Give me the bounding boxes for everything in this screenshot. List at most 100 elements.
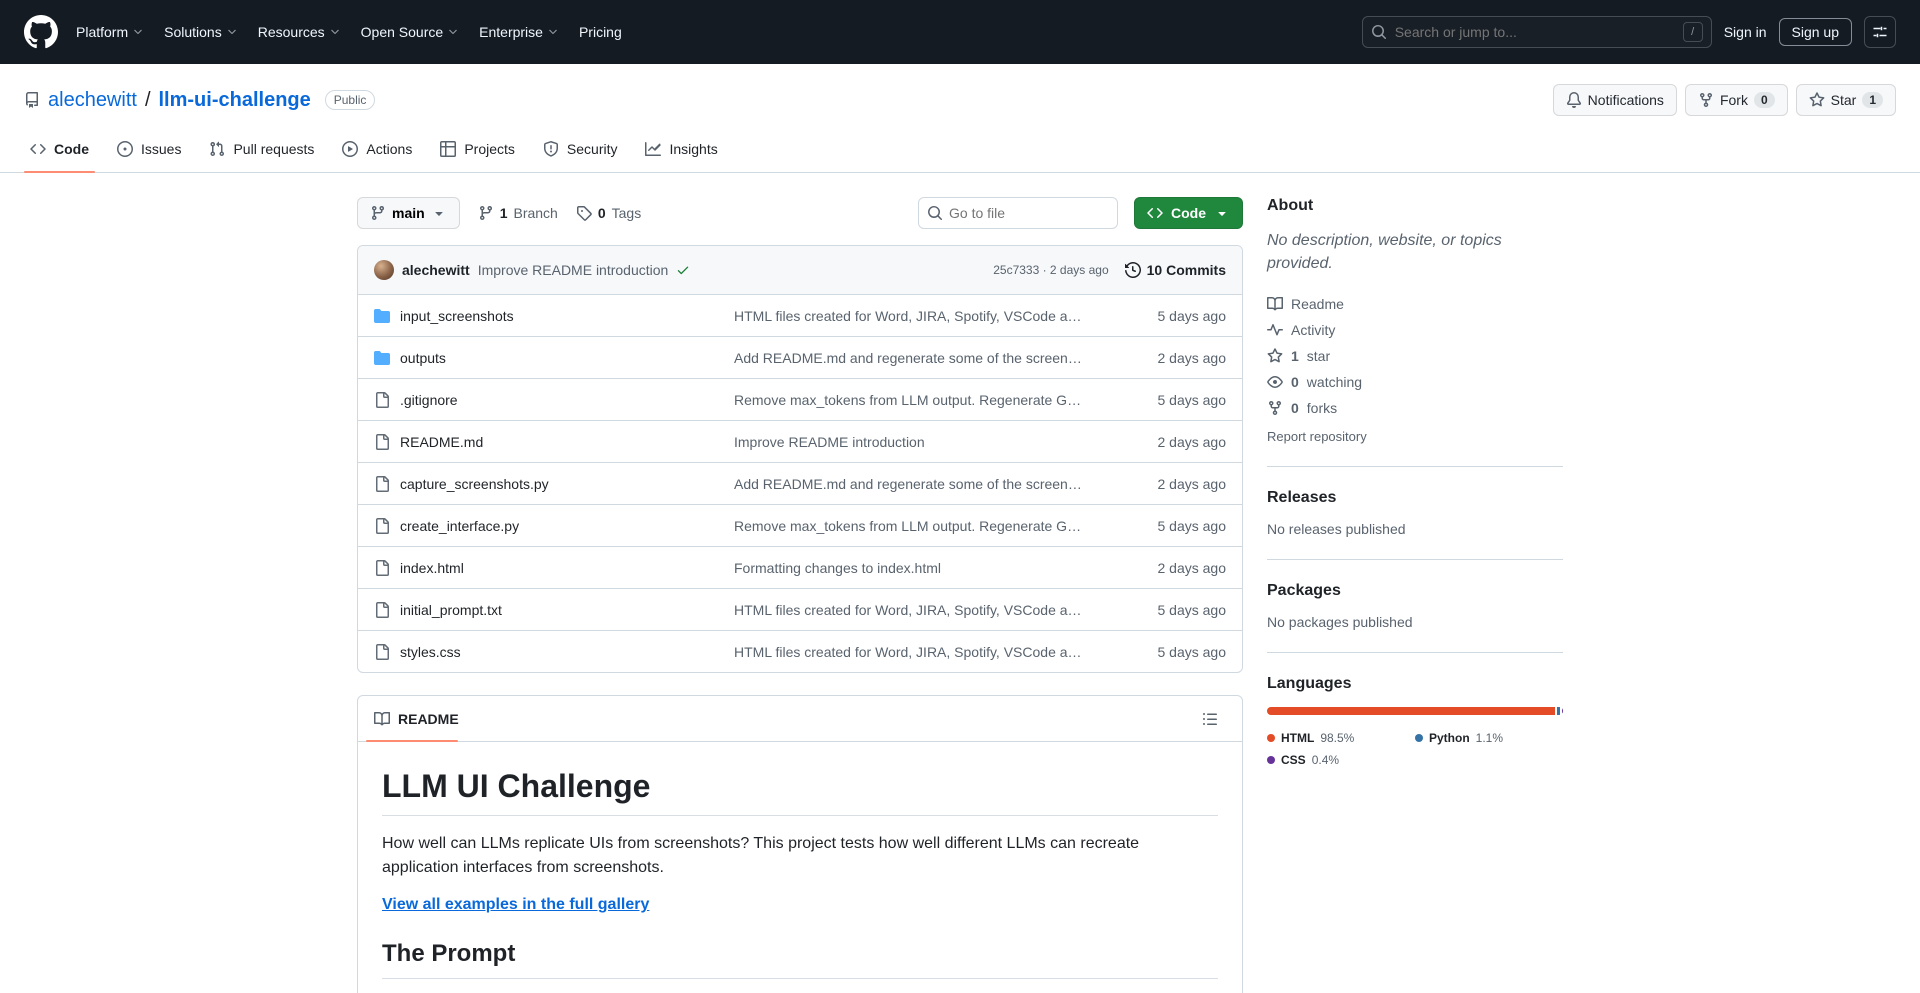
tag-icon bbox=[576, 206, 592, 221]
main-nav: Platform Solutions Resources Open Source… bbox=[76, 24, 622, 40]
list-unordered-icon bbox=[1203, 712, 1217, 725]
sign-up-button[interactable]: Sign up bbox=[1778, 18, 1852, 46]
nav-item[interactable]: Open Source bbox=[361, 24, 460, 40]
search-icon bbox=[1371, 25, 1386, 40]
nav-item[interactable]: Pricing bbox=[579, 24, 622, 40]
stars-link[interactable]: 1 star bbox=[1267, 343, 1563, 369]
file-name-link[interactable]: capture_screenshots.py bbox=[400, 476, 549, 492]
file-icon bbox=[376, 433, 389, 450]
tab-projects[interactable]: Projects bbox=[426, 126, 529, 172]
file-name-link[interactable]: README.md bbox=[400, 434, 483, 450]
nav-item[interactable]: Platform bbox=[76, 24, 144, 40]
tab-actions[interactable]: Actions bbox=[328, 126, 426, 172]
language-bar-segment[interactable] bbox=[1561, 707, 1563, 716]
file-age: 2 days ago bbox=[1157, 349, 1227, 366]
nav-item[interactable]: Enterprise bbox=[479, 24, 559, 40]
chevron-down-icon bbox=[227, 29, 236, 35]
notifications-button[interactable]: Notifications bbox=[1552, 84, 1677, 116]
file-name-link[interactable]: input_screenshots bbox=[400, 308, 514, 324]
file-age: 5 days ago bbox=[1157, 391, 1227, 408]
tab-issues[interactable]: Issues bbox=[103, 126, 195, 172]
sliders-icon bbox=[1873, 26, 1887, 38]
repo-owner-link[interactable]: alechewitt bbox=[48, 89, 137, 112]
packages-empty-text: No packages published bbox=[1267, 614, 1413, 631]
file-age: 5 days ago bbox=[1157, 307, 1227, 324]
folder-icon bbox=[374, 308, 390, 323]
commit-author-link[interactable]: alechewitt bbox=[402, 262, 470, 278]
search-input[interactable] bbox=[1394, 24, 1675, 40]
sign-in-link[interactable]: Sign in bbox=[1724, 24, 1767, 40]
star-button[interactable]: Star 1 bbox=[1795, 84, 1896, 116]
branch-selector[interactable]: main bbox=[357, 197, 460, 229]
forks-link[interactable]: 0 forks bbox=[1267, 395, 1563, 421]
file-commit-message-link[interactable]: Improve README introduction bbox=[734, 434, 1106, 450]
avatar[interactable] bbox=[374, 260, 394, 280]
readme-content: LLM UI Challenge How well can LLMs repli… bbox=[358, 742, 1242, 993]
book-icon bbox=[1267, 297, 1283, 311]
file-commit-message-link[interactable]: Add README.md and regenerate some of the… bbox=[734, 476, 1106, 492]
eye-icon bbox=[1267, 376, 1283, 389]
commit-history-link[interactable]: 10 Commits bbox=[1124, 262, 1226, 278]
visibility-badge: Public bbox=[324, 90, 376, 110]
about-title: About bbox=[1267, 197, 1314, 214]
file-age: 5 days ago bbox=[1157, 517, 1227, 534]
tab-security[interactable]: Security bbox=[529, 126, 632, 172]
file-name-link[interactable]: .gitignore bbox=[400, 392, 458, 408]
file-name-link[interactable]: create_interface.py bbox=[400, 518, 519, 534]
git-pull-request-icon bbox=[210, 141, 225, 157]
tab-insights[interactable]: Insights bbox=[631, 126, 731, 172]
github-logo-icon[interactable] bbox=[24, 15, 58, 49]
nav-item[interactable]: Resources bbox=[258, 24, 341, 40]
language-legend-item[interactable]: Python 1.1% bbox=[1415, 727, 1563, 749]
repo-header: alechewitt / llm-ui-challenge Public Not… bbox=[0, 64, 1920, 126]
file-age: 2 days ago bbox=[1157, 559, 1227, 576]
gallery-link[interactable]: View all examples in the full gallery bbox=[382, 896, 649, 914]
languages-title: Languages bbox=[1267, 675, 1352, 693]
global-search[interactable]: / bbox=[1361, 16, 1712, 48]
file-age: 5 days ago bbox=[1157, 643, 1227, 660]
file-name-link[interactable]: styles.css bbox=[400, 644, 461, 660]
readme-link[interactable]: Readme bbox=[1267, 291, 1563, 317]
code-download-button[interactable]: Code bbox=[1134, 197, 1243, 229]
activity-link[interactable]: Activity bbox=[1267, 317, 1563, 343]
fork-button[interactable]: Fork 0 bbox=[1684, 84, 1788, 116]
repo-name-link[interactable]: llm-ui-challenge bbox=[159, 89, 311, 112]
file-commit-message-link[interactable]: Remove max_tokens from LLM output. Regen… bbox=[734, 518, 1106, 534]
language-bar-segment[interactable] bbox=[1556, 707, 1560, 716]
file-rows: input_screenshots HTML files created for… bbox=[358, 294, 1242, 672]
file-name-link[interactable]: index.html bbox=[400, 560, 464, 576]
file-commit-message-link[interactable]: HTML files created for Word, JIRA, Spoti… bbox=[734, 644, 1106, 660]
file-name-link[interactable]: outputs bbox=[400, 350, 446, 366]
language-bar-segment[interactable] bbox=[1267, 707, 1555, 716]
nav-item[interactable]: Solutions bbox=[164, 24, 238, 40]
appearance-settings-button[interactable] bbox=[1864, 16, 1896, 48]
go-to-file-input[interactable] bbox=[949, 205, 1109, 221]
file-commit-message-link[interactable]: Formatting changes to index.html bbox=[734, 560, 1106, 576]
header-right: / Sign in Sign up bbox=[1361, 16, 1896, 48]
readme-tab[interactable]: README bbox=[374, 711, 459, 727]
file-commit-message-link[interactable]: HTML files created for Word, JIRA, Spoti… bbox=[734, 602, 1106, 618]
tab-pull-requests[interactable]: Pull requests bbox=[195, 126, 328, 172]
releases-title[interactable]: Releases bbox=[1267, 489, 1563, 507]
branches-link[interactable]: 1 Branch bbox=[478, 205, 558, 221]
table-row: create_interface.py Remove max_tokens fr… bbox=[358, 504, 1242, 546]
commit-message-link[interactable]: Improve README introduction bbox=[478, 262, 669, 278]
file-name-link[interactable]: initial_prompt.txt bbox=[400, 602, 502, 618]
commit-sha-link[interactable]: 25c7333 · 2 days ago bbox=[993, 263, 1108, 277]
languages-section: Languages HTML 98.5% Python 1.1% CSS 0.4… bbox=[1267, 675, 1563, 793]
file-commit-message-link[interactable]: Remove max_tokens from LLM output. Regen… bbox=[734, 392, 1106, 408]
app-header: Platform Solutions Resources Open Source… bbox=[0, 0, 1920, 64]
check-icon[interactable] bbox=[676, 263, 690, 277]
watching-link[interactable]: 0 watching bbox=[1267, 369, 1563, 395]
language-legend-item[interactable]: HTML 98.5% bbox=[1267, 727, 1415, 749]
packages-title[interactable]: Packages bbox=[1267, 582, 1563, 600]
report-repository-link[interactable]: Report repository bbox=[1267, 429, 1563, 444]
tab-code[interactable]: Code bbox=[16, 126, 103, 173]
slash-shortcut-key: / bbox=[1682, 22, 1703, 42]
tags-link[interactable]: 0 Tags bbox=[576, 205, 641, 221]
go-to-file-box[interactable] bbox=[918, 197, 1118, 229]
language-legend-item[interactable]: CSS 0.4% bbox=[1267, 749, 1415, 771]
outline-button[interactable] bbox=[1194, 703, 1226, 735]
file-commit-message-link[interactable]: HTML files created for Word, JIRA, Spoti… bbox=[734, 308, 1106, 324]
file-commit-message-link[interactable]: Add README.md and regenerate some of the… bbox=[734, 350, 1106, 366]
